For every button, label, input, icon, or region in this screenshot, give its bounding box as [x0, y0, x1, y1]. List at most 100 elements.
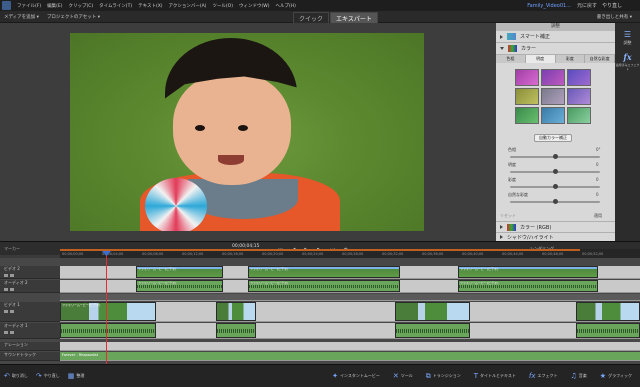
variation-thumb[interactable]	[541, 107, 565, 124]
eye-icon[interactable]	[10, 274, 14, 277]
audio-clip[interactable]	[576, 323, 640, 338]
reset-link[interactable]: リセット	[500, 213, 516, 219]
color-rgb-row[interactable]: カラー (RGB)	[496, 221, 615, 233]
timeline-ruler[interactable]: 00;00;00;00 00;00;04;00 00;00;08;00 00;0…	[60, 249, 640, 258]
tools-button[interactable]: ✕ ツール	[389, 372, 417, 381]
menu-tools[interactable]: ツール(O)	[209, 3, 236, 9]
lane-video2[interactable]: ファミリームービー[ビデオ] ファミリームービー[ビデオ] ファミリームービー[…	[60, 266, 640, 279]
track-header-video1[interactable]: ビデオ 1	[0, 302, 60, 322]
lightness-slider-knob[interactable]	[553, 169, 558, 174]
project-assets-dropdown[interactable]: プロジェクトのアセット ▾	[43, 14, 104, 20]
waveform	[577, 329, 639, 334]
apply-link[interactable]: 適用	[594, 213, 602, 219]
audio-clip[interactable]: ファミリームービー[ビデオ]	[458, 280, 598, 292]
variation-thumb[interactable]	[567, 88, 591, 105]
color-label: カラー	[521, 46, 537, 52]
variation-thumb[interactable]	[567, 69, 591, 86]
sidebar-effects[interactable]: fx 適用済みエフェクト	[615, 51, 640, 71]
variation-thumb[interactable]	[515, 107, 539, 124]
timeline-clip[interactable]: ファミリームービー[ビデオ]	[458, 266, 598, 278]
saturation-slider-knob[interactable]	[553, 184, 558, 189]
menu-timeline[interactable]: タイムライン(T)	[96, 3, 135, 9]
marker-button[interactable]: マーカー	[4, 246, 20, 252]
titles-button[interactable]: T タイトルとテキスト	[470, 372, 520, 381]
audio-clip[interactable]	[395, 323, 470, 338]
lock-icon[interactable]	[4, 288, 8, 291]
variation-thumb[interactable]	[567, 107, 591, 124]
track-header-video2[interactable]: ビデオ 2	[0, 266, 60, 279]
audio-clip[interactable]: ファミリームービー[ビデオ]	[248, 280, 400, 292]
tab-hue[interactable]: 色相	[496, 55, 526, 63]
lock-icon[interactable]	[4, 331, 8, 334]
color-rgb-label: カラー (RGB)	[520, 224, 552, 231]
timeline-clip[interactable]: ファミリームービー[ビデオ]	[60, 302, 156, 321]
lane-audio2[interactable]: ファミリームービー[ビデオ] ファミリームービー[ビデオ] ファミリームービー[…	[60, 280, 640, 293]
preview-eye-right	[238, 125, 248, 131]
menu-text[interactable]: テキスト(X)	[135, 3, 165, 9]
auto-color-fix-button[interactable]: 自動カラー補正	[534, 134, 572, 142]
speaker-icon[interactable]	[10, 331, 14, 334]
smart-fix-row[interactable]: スマート補正	[496, 31, 615, 43]
tab-saturation[interactable]: 彩度	[555, 55, 586, 63]
menu-actionbar[interactable]: アクションバー(A)	[166, 3, 210, 9]
speaker-icon[interactable]	[10, 288, 14, 291]
lane-soundtrack[interactable]: Forever - Rhapsodist	[60, 352, 640, 361]
project-title: Family_Video01...	[527, 2, 571, 9]
organizer-button[interactable]: ▦ 整理	[64, 372, 89, 380]
track-header-soundtrack[interactable]: サウンドトラック	[0, 352, 60, 361]
export-share-dropdown[interactable]: 書き出しと共有 ▾	[597, 14, 640, 20]
header-undo[interactable]: 元に戻す	[577, 2, 597, 9]
playhead-line[interactable]	[106, 252, 107, 364]
ruler-tick: 00;00;28;00	[342, 252, 364, 256]
transitions-button[interactable]: ⧉ トランジション	[422, 372, 465, 381]
vibrance-slider-knob[interactable]	[553, 199, 558, 204]
video-preview[interactable]	[70, 33, 424, 231]
more-row[interactable]: シャドウ/ハイライト	[496, 233, 615, 241]
color-row[interactable]: カラー	[496, 43, 615, 55]
tab-lightness[interactable]: 明度	[525, 55, 556, 63]
music-button[interactable]: ♫ 音楽	[567, 372, 591, 381]
menu-clip[interactable]: クリップ(C)	[65, 3, 96, 9]
track-header-audio1[interactable]: オーディオ 1	[0, 323, 60, 339]
variation-thumb[interactable]	[515, 88, 539, 105]
add-media-dropdown[interactable]: メディアを追加 ▾	[0, 14, 43, 20]
menu-help[interactable]: ヘルプ(H)	[272, 3, 298, 9]
lane-video1[interactable]: ファミリームービー[ビデオ]	[60, 302, 640, 322]
instant-movie-icon: ✦	[332, 372, 338, 380]
timeline-clip[interactable]	[576, 302, 640, 321]
variation-thumb[interactable]	[541, 88, 565, 105]
lane-narration[interactable]	[60, 342, 640, 351]
music-label: 音楽	[578, 373, 587, 378]
audio-clip[interactable]	[216, 323, 256, 338]
work-area-bar[interactable]	[60, 249, 580, 251]
menu-edit[interactable]: 編集(E)	[44, 3, 65, 9]
lock-icon[interactable]	[4, 274, 8, 277]
undo-button[interactable]: ↶ 取り消し	[0, 372, 32, 380]
track-header-narration[interactable]: ナレーション	[0, 342, 60, 351]
variation-thumb[interactable]	[541, 69, 565, 86]
menu-window[interactable]: ウィンドウ(W)	[236, 3, 272, 9]
track-header-audio2[interactable]: オーディオ 2	[0, 280, 60, 293]
timeline-clip[interactable]: ファミリームービー[ビデオ]	[136, 266, 223, 278]
sidebar-adjust[interactable]: ☰ 調整	[615, 28, 640, 46]
eye-icon[interactable]	[10, 310, 14, 313]
hue-slider-knob[interactable]	[553, 154, 558, 159]
lock-icon[interactable]	[4, 310, 8, 313]
menu-file[interactable]: ファイル(F)	[14, 3, 44, 9]
audio-clip[interactable]	[60, 323, 156, 338]
instant-movie-button[interactable]: ✦ インスタントムービー	[328, 372, 384, 381]
ruler-tick: 00;00;12;00	[182, 252, 204, 256]
effects-button[interactable]: fx エフェクト	[525, 372, 562, 381]
audio-clip[interactable]: ファミリームービー[ビデオ]	[136, 280, 223, 292]
variation-thumb[interactable]	[515, 69, 539, 86]
timeline-clip[interactable]: ファミリームービー[ビデオ]	[248, 266, 400, 278]
redo-button[interactable]: ↷ やり直し	[32, 372, 64, 380]
waveform	[137, 285, 222, 288]
graphics-button[interactable]: ★ グラフィック	[596, 372, 636, 381]
timeline-clip[interactable]	[395, 302, 470, 321]
tab-vibrance[interactable]: 自然な彩度	[585, 55, 615, 63]
lane-audio1[interactable]	[60, 323, 640, 339]
header-redo[interactable]: やり直し	[602, 2, 622, 9]
timeline-clip[interactable]	[216, 302, 256, 321]
smart-fix-icon	[507, 33, 516, 40]
